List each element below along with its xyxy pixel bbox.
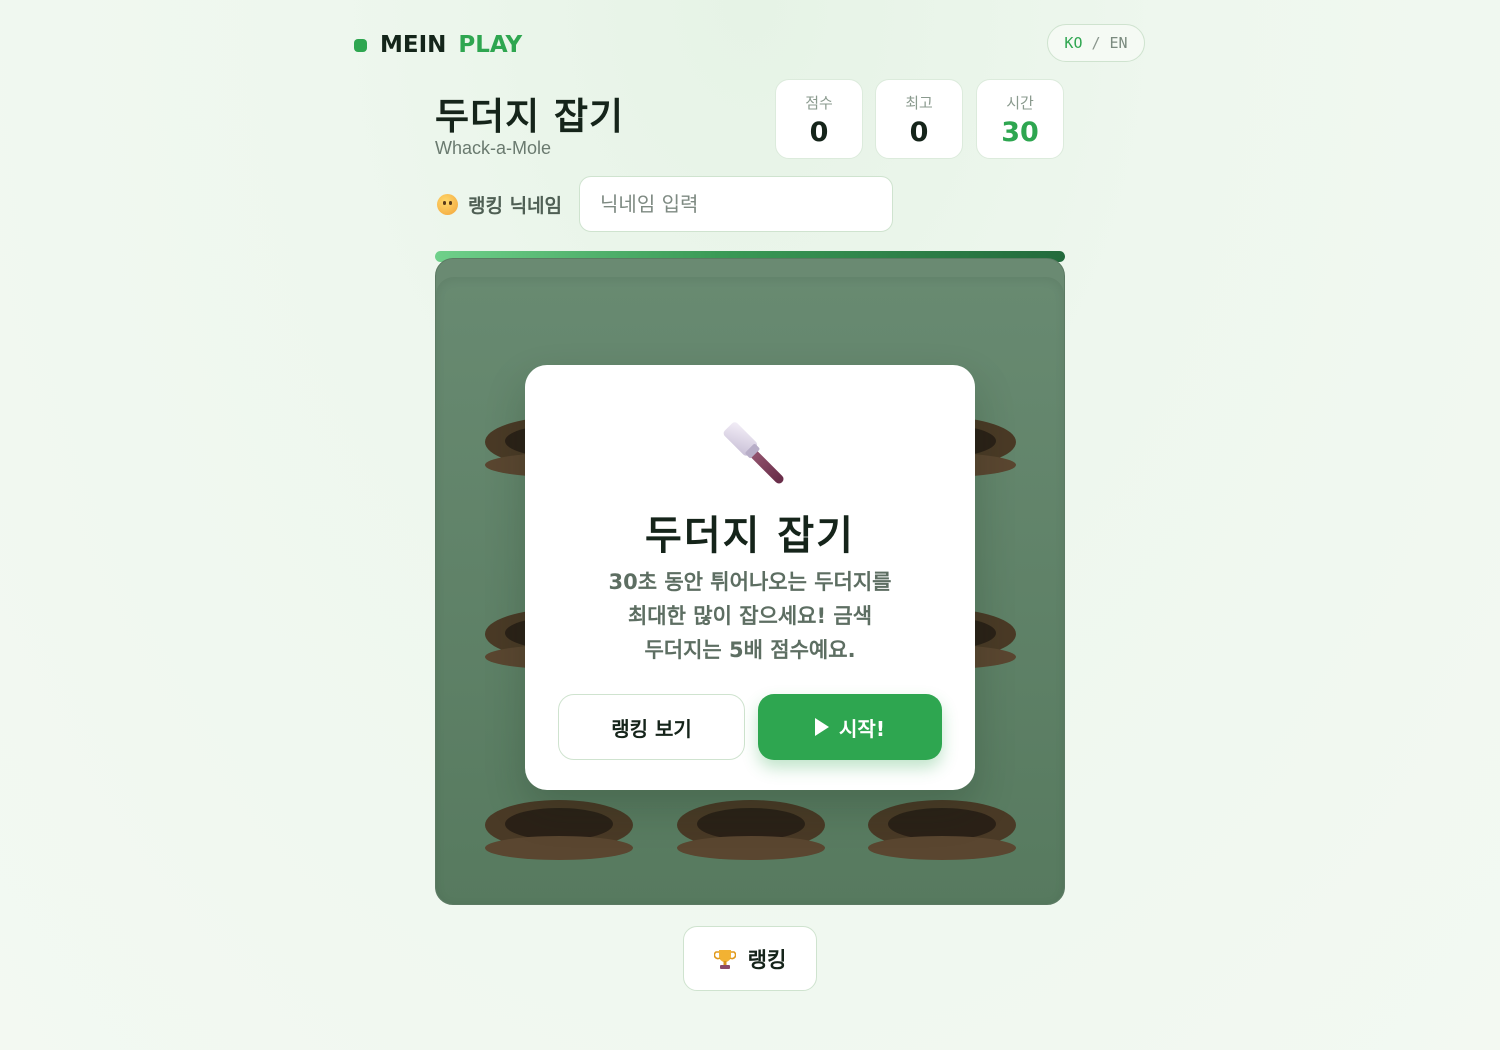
brand-name-left: MEIN bbox=[380, 32, 447, 58]
time-label: 시간 bbox=[1006, 94, 1034, 112]
mole-hole[interactable] bbox=[677, 800, 825, 862]
best-value: 0 bbox=[909, 117, 929, 148]
best-label: 최고 bbox=[905, 94, 933, 112]
language-switcher[interactable]: KO / EN bbox=[1047, 24, 1145, 62]
score-value: 0 bbox=[809, 117, 829, 148]
play-icon bbox=[815, 718, 830, 736]
start-modal: 두더지 잡기 30초 동안 튀어나오는 두더지를 최대한 많이 잡으세요! 금색… bbox=[525, 365, 975, 790]
game-title: 두더지 잡기 bbox=[435, 95, 625, 138]
ranking-button[interactable]: 랭킹 bbox=[683, 926, 817, 991]
start-button[interactable]: 시작! bbox=[758, 694, 942, 760]
nickname-input[interactable] bbox=[579, 176, 894, 232]
nickname-label: 랭킹 닉네임 bbox=[468, 194, 563, 217]
smiley-face-icon bbox=[437, 193, 458, 215]
game-subtitle: Whack-a-Mole bbox=[435, 138, 552, 158]
modal-desc-line-1: 30초 동안 튀어나오는 두더지를 bbox=[608, 570, 892, 594]
ranking-button-label: 랭킹 bbox=[747, 947, 787, 972]
best-stat: 최고 0 bbox=[875, 79, 963, 159]
view-ranking-button[interactable]: 랭킹 보기 bbox=[558, 694, 745, 760]
lang-separator: / bbox=[1091, 34, 1101, 52]
nickname-row: 랭킹 닉네임 bbox=[437, 176, 894, 232]
brand-name-right: PLAY bbox=[458, 32, 523, 58]
modal-title: 두더지 잡기 bbox=[645, 513, 855, 559]
brand-logo[interactable]: MEIN PLAY bbox=[354, 30, 522, 60]
trophy-icon bbox=[713, 949, 736, 969]
mole-hole[interactable] bbox=[868, 800, 1016, 862]
logo-dot-icon bbox=[354, 38, 367, 52]
start-button-label: 시작! bbox=[839, 716, 885, 741]
lang-ko[interactable]: KO bbox=[1064, 34, 1082, 52]
modal-desc-line-2: 최대한 많이 잡으세요! 금색 bbox=[627, 604, 873, 628]
modal-desc-line-3: 두더지는 5배 점수예요. bbox=[644, 638, 856, 662]
hammer-icon bbox=[723, 422, 784, 484]
modal-description: 30초 동안 튀어나오는 두더지를 최대한 많이 잡으세요! 금색 두더지는 5… bbox=[585, 565, 915, 667]
time-stat: 시간 30 bbox=[976, 79, 1064, 159]
score-label: 점수 bbox=[805, 94, 833, 112]
mole-hole[interactable] bbox=[485, 800, 633, 862]
time-value: 30 bbox=[1001, 117, 1039, 148]
score-stat: 점수 0 bbox=[775, 79, 863, 159]
lang-en[interactable]: EN bbox=[1110, 34, 1128, 52]
